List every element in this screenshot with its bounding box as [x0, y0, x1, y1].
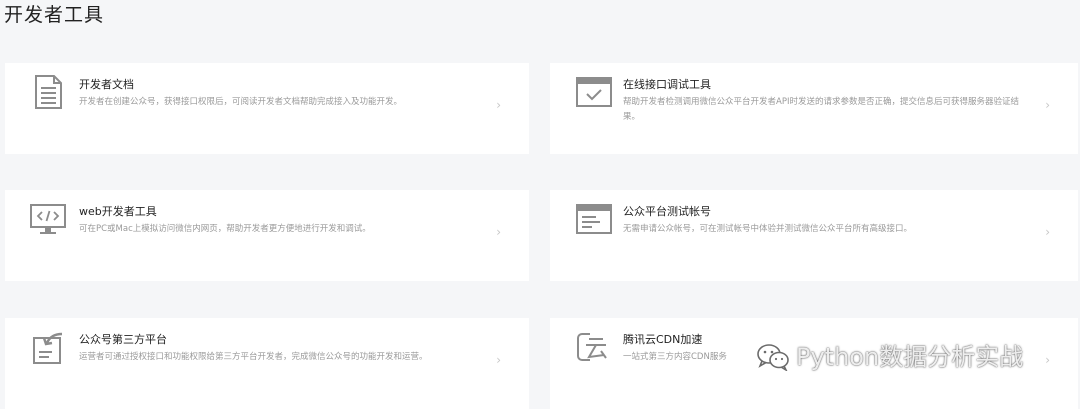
debug-window-icon — [576, 77, 612, 107]
card-description: 帮助开发者检测调用微信公众平台开发者API时发送的请求参数是否正确，提交信息后可… — [623, 97, 1019, 122]
wechat-icon — [757, 344, 789, 371]
chevron-right-icon: › — [1045, 98, 1050, 112]
card-description: 可在PC或Mac上模拟访问微信内网页，帮助开发者更方便地进行开发和调试。 — [79, 224, 371, 234]
card-title: web开发者工具 — [79, 205, 157, 218]
test-account-window-icon — [576, 204, 612, 234]
chevron-right-icon: › — [496, 353, 501, 367]
card-description: 开发者在创建公众号，获得接口权限后，可阅读开发者文档帮助完成接入及功能开发。 — [79, 97, 403, 107]
card-web-dev-tool[interactable]: web开发者工具 可在PC或Mac上模拟访问微信内网页，帮助开发者更方便地进行开… — [5, 190, 529, 281]
card-test-account[interactable]: 公众平台测试帐号 无需申请公众帐号，可在测试帐号中体验并测试微信公众平台所有高级… — [550, 190, 1078, 281]
card-title: 腾讯云CDN加速 — [623, 333, 703, 346]
cloud-cdn-icon — [577, 333, 607, 361]
card-third-party-platform[interactable]: 公众号第三方平台 运营者可通过授权接口和功能权限给第三方平台开发者，完成微信公众… — [5, 318, 529, 409]
card-title: 公众平台测试帐号 — [623, 205, 711, 218]
chevron-right-icon: › — [496, 225, 501, 239]
document-icon — [35, 75, 62, 109]
code-monitor-icon — [30, 204, 66, 234]
card-title: 公众号第三方平台 — [79, 333, 167, 346]
card-title: 开发者文档 — [79, 78, 134, 91]
watermark: Python数据分析实战 — [756, 342, 1023, 372]
card-description: 运营者可通过授权接口和功能权限给第三方平台开发者，完成微信公众号的功能开发和运营… — [79, 352, 428, 362]
card-title: 在线接口调试工具 — [623, 78, 711, 91]
chevron-right-icon: › — [1045, 353, 1050, 367]
card-api-debug-tool[interactable]: 在线接口调试工具 帮助开发者检测调用微信公众平台开发者API时发送的请求参数是否… — [550, 63, 1078, 154]
card-description: 无需申请公众帐号，可在测试帐号中体验并测试微信公众平台所有高级接口。 — [623, 224, 913, 234]
card-developer-docs[interactable]: 开发者文档 开发者在创建公众号，获得接口权限后，可阅读开发者文档帮助完成接入及功… — [5, 63, 529, 154]
chevron-right-icon: › — [1045, 225, 1050, 239]
watermark-text: Python数据分析实战 — [796, 343, 1024, 371]
page-title: 开发者工具 — [4, 4, 105, 26]
chevron-right-icon: › — [496, 98, 501, 112]
third-party-platform-icon — [33, 332, 63, 364]
